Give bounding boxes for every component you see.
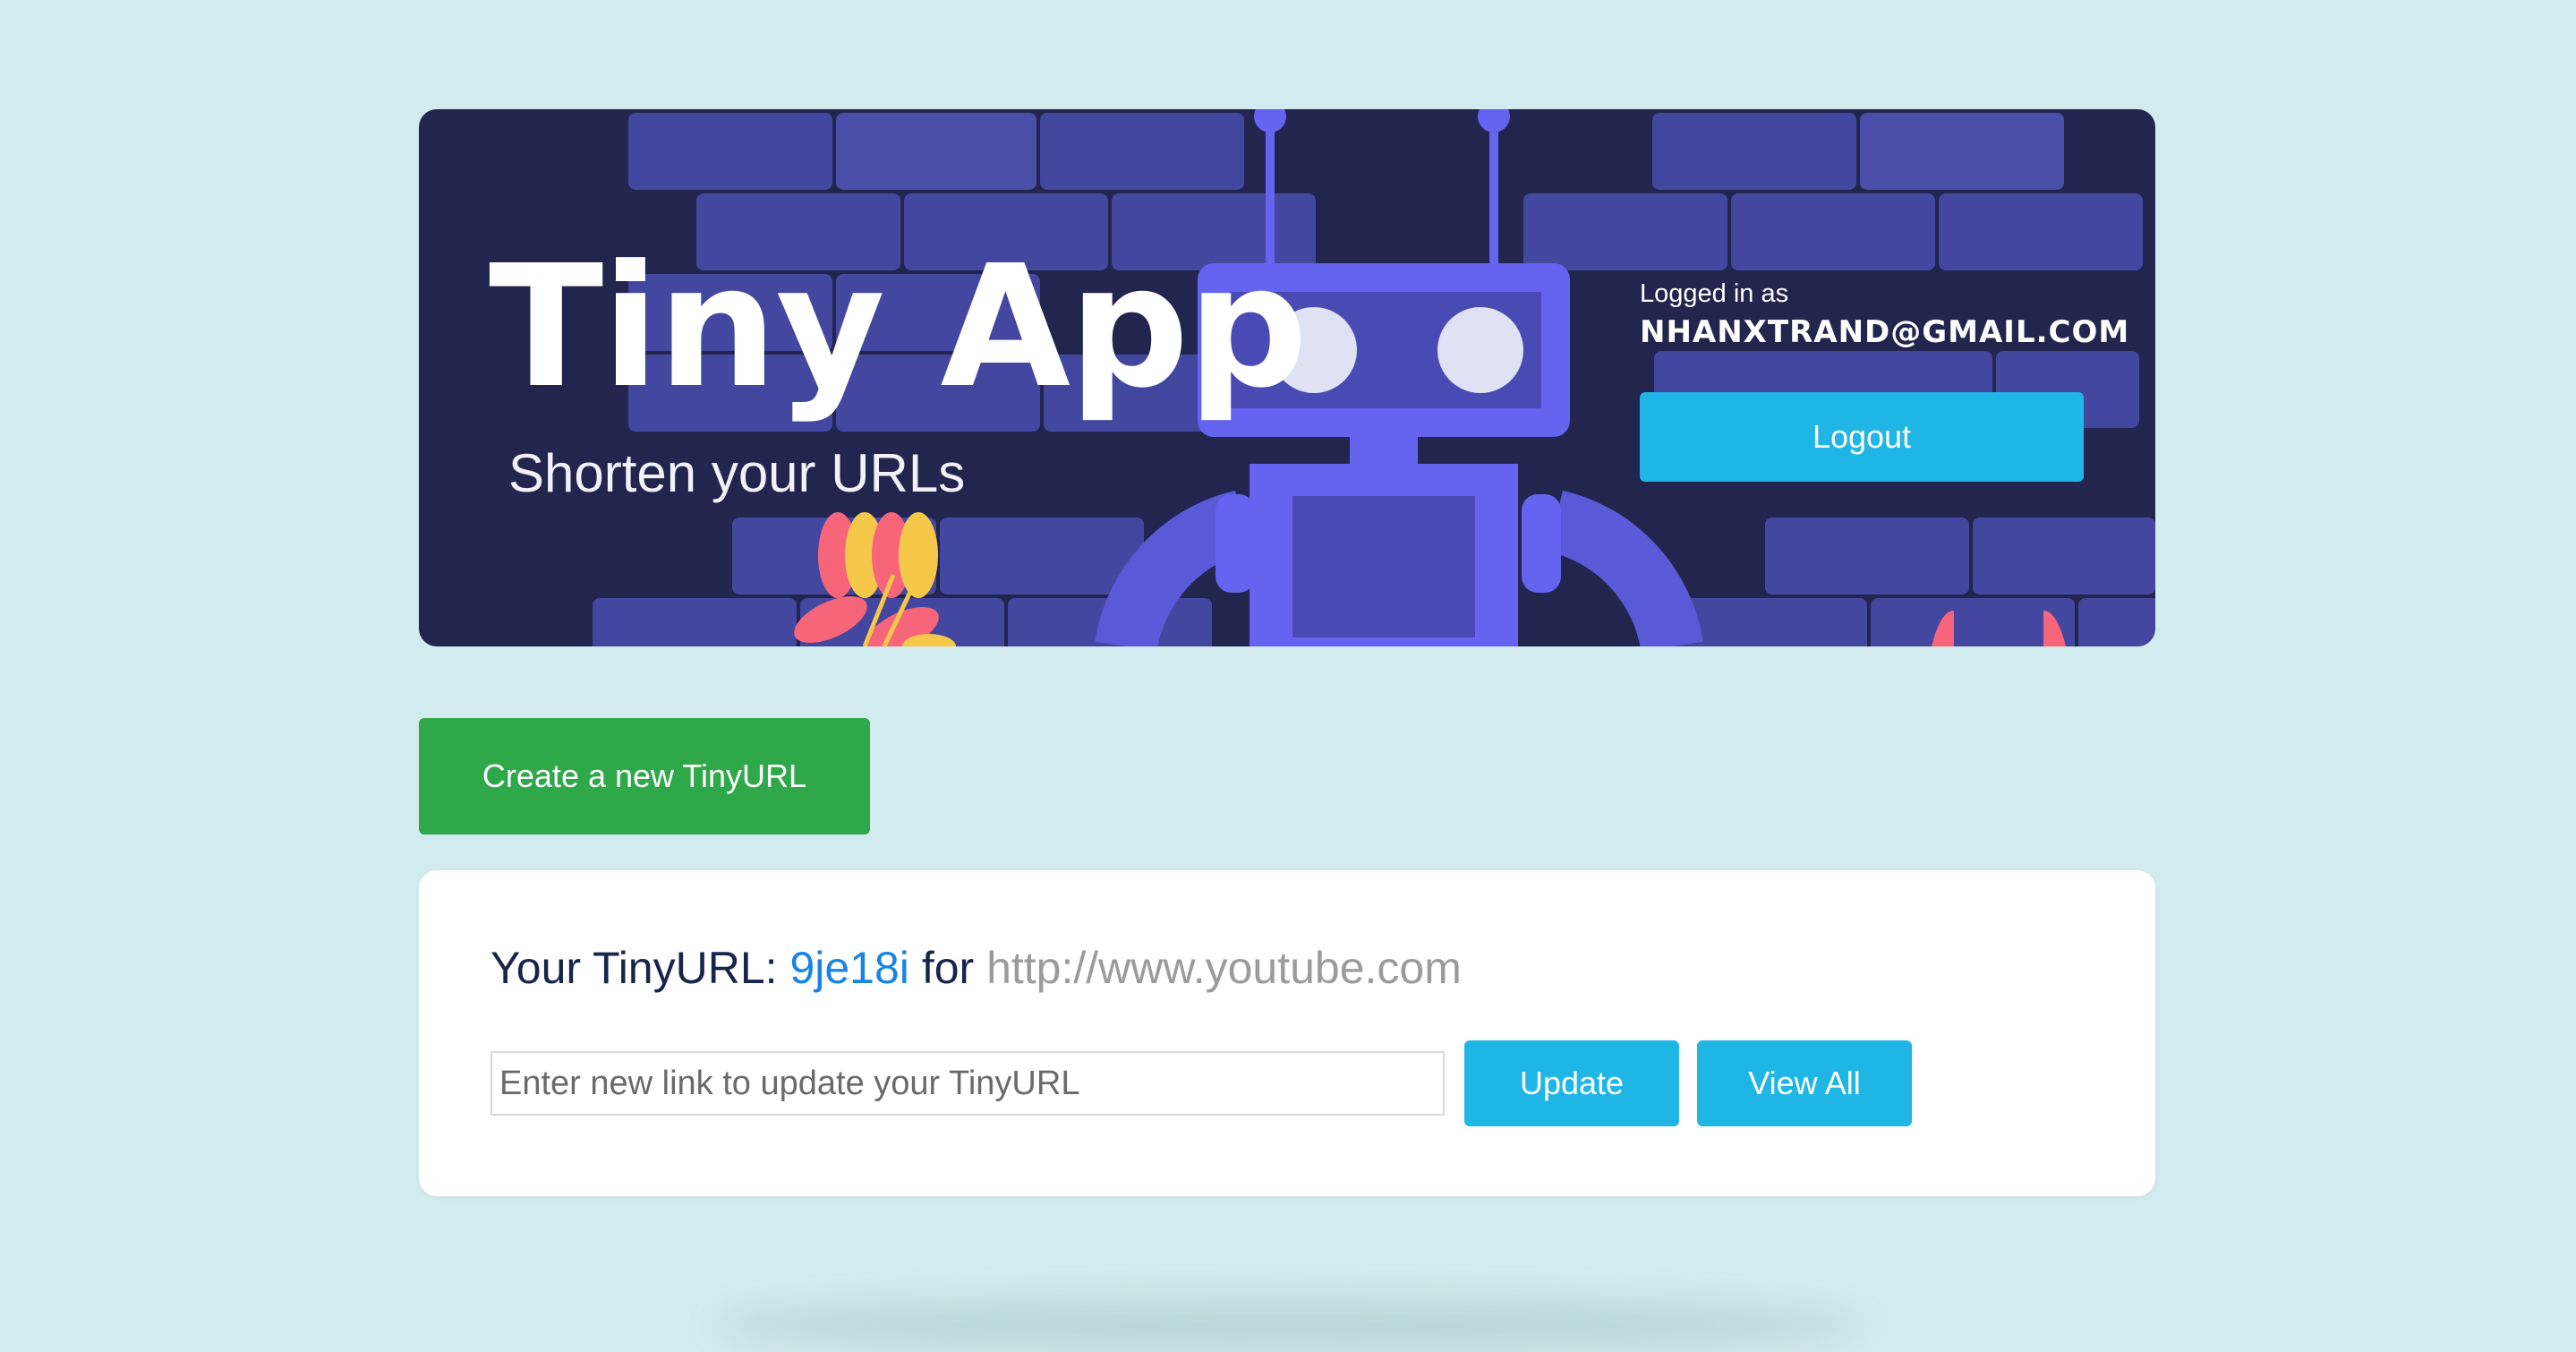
app-subtitle: Shorten your URLs — [508, 443, 966, 503]
view-all-button[interactable]: View All — [1697, 1040, 1912, 1126]
tinyurl-heading: Your TinyURL: 9je18i for http://www.yout… — [490, 942, 1462, 994]
update-url-input[interactable] — [490, 1051, 1445, 1116]
login-status: Logged in as NHANXTRAND@GMAIL.COM — [1640, 279, 2155, 350]
update-button[interactable]: Update — [1464, 1040, 1679, 1126]
heading-prefix: Your TinyURL: — [490, 943, 778, 993]
create-tinyurl-button[interactable]: Create a new TinyURL — [419, 718, 870, 834]
hero-banner: Tiny App Shorten your URLs Logged in as … — [419, 109, 2155, 646]
user-email: NHANXTRAND@GMAIL.COM — [1640, 314, 2130, 350]
heading-for: for — [921, 943, 975, 993]
tinyurl-card: Your TinyURL: 9je18i for http://www.yout… — [419, 870, 2155, 1196]
logout-button[interactable]: Logout — [1640, 392, 2084, 482]
logged-in-label: Logged in as — [1640, 279, 1789, 308]
bottom-shadow — [716, 1298, 1862, 1352]
app-title: Tiny App — [489, 229, 1308, 425]
short-code: 9je18i — [789, 943, 909, 993]
long-url: http://www.youtube.com — [986, 943, 1462, 993]
